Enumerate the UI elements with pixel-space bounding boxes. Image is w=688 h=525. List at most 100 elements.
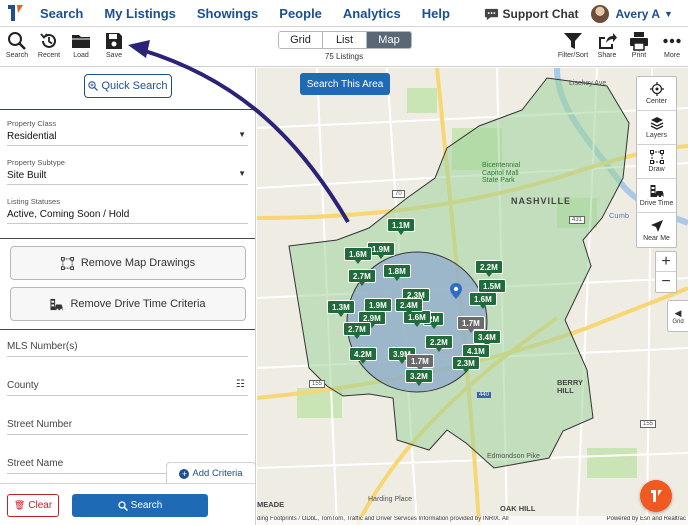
map-drive-time-button[interactable]: Drive Time xyxy=(637,179,676,213)
listing-pin[interactable]: 3.4M xyxy=(473,330,501,347)
remove-drive-time-label: Remove Drive Time Criteria xyxy=(70,298,206,310)
toolbar-print-button[interactable]: Print xyxy=(622,31,656,65)
help-fab-button[interactable] xyxy=(640,480,672,512)
toolbar-load-button[interactable]: Load xyxy=(64,31,98,65)
map-label-edmondson-pike: Edmondson Pike xyxy=(487,453,540,460)
street-number-input[interactable]: Street Number xyxy=(7,413,248,435)
listing-pin[interactable]: 2.2M xyxy=(475,260,503,277)
clear-label: Clear xyxy=(28,500,53,511)
map-draw-label: Draw xyxy=(648,166,665,173)
listing-pin[interactable]: 1.8M xyxy=(383,264,411,281)
map-near-me-label: Near Me xyxy=(643,234,670,242)
chevron-down-icon[interactable]: ▼ xyxy=(664,9,678,19)
draw-icon xyxy=(60,256,74,270)
mls-number-input[interactable]: MLS Number(s) xyxy=(7,335,248,357)
county-placeholder: County xyxy=(7,380,39,391)
print-icon xyxy=(630,32,648,51)
listing-statuses-value: Active, Coming Soon / Hold xyxy=(7,209,130,220)
map-draw-button[interactable]: Draw xyxy=(637,145,676,179)
toolbar-share-label: Share xyxy=(597,52,617,59)
map-view[interactable]: NASHVILLE Bicentennial Capitol Mall Stat… xyxy=(257,68,688,525)
folder-icon xyxy=(72,35,90,48)
nav-people[interactable]: People xyxy=(279,6,322,21)
search-submit-button[interactable]: Search xyxy=(72,494,208,517)
toolbar-more-button[interactable]: More xyxy=(655,31,688,65)
sidebar-footer: 🗑 Clear Search xyxy=(0,483,255,525)
map-near-me-button[interactable]: Near Me xyxy=(637,213,676,247)
listing-pin[interactable]: 1.1M xyxy=(387,218,415,235)
nav-search[interactable]: Search xyxy=(40,6,83,21)
grid-panel-tab[interactable]: ◀ Grid xyxy=(667,300,688,332)
quick-search-button[interactable]: Quick Search xyxy=(84,74,172,98)
filter-icon xyxy=(564,33,582,49)
search-plus-icon xyxy=(88,81,99,91)
listing-pin[interactable]: 4.2M xyxy=(349,347,377,364)
zoom-controls: + − xyxy=(655,251,677,293)
search-icon xyxy=(118,500,128,511)
save-icon xyxy=(106,33,122,49)
toolbar: Search Recent Load Save Grid List Map 75… xyxy=(0,27,688,67)
map-center-button[interactable]: Center xyxy=(637,77,676,111)
add-criteria-label: Add Criteria xyxy=(192,468,243,479)
view-grid-button[interactable]: Grid xyxy=(279,32,323,48)
add-criteria-button[interactable]: + Add Criteria xyxy=(166,462,255,484)
map-layers-button[interactable]: Layers xyxy=(637,111,676,145)
listing-pin[interactable]: 2.3M xyxy=(452,356,480,373)
county-input[interactable]: County ☷ xyxy=(7,374,248,396)
remove-drive-time-button[interactable]: Remove Drive Time Criteria xyxy=(10,287,246,321)
road-shield-440: 440 xyxy=(477,392,492,398)
user-name[interactable]: Avery A xyxy=(616,7,660,21)
toolbar-recent-button[interactable]: Recent xyxy=(32,31,66,65)
toolbar-save-button[interactable]: Save xyxy=(97,31,131,65)
property-subtype-select[interactable]: Property Subtype Site Built ▼ xyxy=(7,158,248,185)
property-subtype-value: Site Built xyxy=(7,170,47,181)
listing-pin[interactable]: 2.7M xyxy=(343,322,371,339)
listing-pin[interactable]: 2.4M xyxy=(395,298,423,315)
listing-statuses-label: Listing Statuses xyxy=(7,197,60,206)
map-center-label: Center xyxy=(645,98,667,105)
clear-button[interactable]: 🗑 Clear xyxy=(7,494,59,517)
map-pin-icon[interactable] xyxy=(450,283,462,299)
nav-right: Support Chat Avery A ▼ xyxy=(484,0,688,27)
map-label-berry-hill: BERRY HILL xyxy=(557,378,583,396)
listing-pin[interactable]: 1.6M xyxy=(469,292,497,309)
avatar[interactable] xyxy=(590,4,609,23)
app-root: Search My Listings Showings People Analy… xyxy=(0,0,688,525)
divider xyxy=(0,238,255,239)
listing-pin[interactable]: 1.7M xyxy=(406,354,434,371)
support-chat-button[interactable]: Support Chat xyxy=(484,6,579,21)
listing-pin[interactable]: 2.2M xyxy=(425,335,453,352)
nav-analytics[interactable]: Analytics xyxy=(343,6,401,21)
toolbar-search-button[interactable]: Search xyxy=(0,31,34,65)
property-class-select[interactable]: Property Class Residential ▼ xyxy=(7,119,248,146)
listing-pin[interactable]: 1.7M xyxy=(457,316,485,333)
nav-showings[interactable]: Showings xyxy=(197,6,258,21)
zoom-in-button[interactable]: + xyxy=(656,252,676,272)
listing-pin[interactable]: 2.7M xyxy=(348,269,376,286)
nav-help[interactable]: Help xyxy=(422,6,450,21)
toolbar-save-label: Save xyxy=(106,52,122,59)
street-name-placeholder: Street Name xyxy=(7,458,64,469)
map-label-lischey-ave: Lischey Ave xyxy=(569,80,607,87)
view-map-button[interactable]: Map xyxy=(367,32,411,48)
search-this-area-button[interactable]: Search This Area xyxy=(300,73,390,95)
layers-icon xyxy=(650,117,663,130)
listing-statuses-select[interactable]: Listing Statuses Active, Coming Soon / H… xyxy=(7,197,248,224)
nav-my-listings[interactable]: My Listings xyxy=(104,6,176,21)
view-list-button[interactable]: List xyxy=(323,32,367,48)
listing-pin[interactable]: 1.3M xyxy=(327,300,355,317)
listing-pin[interactable]: 1.6M xyxy=(344,247,372,264)
listing-pin[interactable]: 3.2M xyxy=(405,369,433,386)
listing-pin[interactable]: 1.9M xyxy=(364,298,392,315)
zoom-out-button[interactable]: − xyxy=(656,272,676,292)
toolbar-filter-button[interactable]: Filter/Sort xyxy=(556,31,590,65)
logo-icon xyxy=(651,490,662,502)
remove-map-drawings-button[interactable]: Remove Map Drawings xyxy=(10,246,246,280)
search-sidebar: Quick Search Property Class Residential … xyxy=(0,68,256,525)
logo-icon[interactable] xyxy=(0,0,30,27)
list-check-icon[interactable]: ☷ xyxy=(236,379,245,390)
listing-pin[interactable]: 1.5M xyxy=(478,279,506,296)
toolbar-share-button[interactable]: Share xyxy=(590,31,624,65)
support-chat-label: Support Chat xyxy=(502,6,579,21)
listing-count: 75 Listings xyxy=(324,52,364,61)
